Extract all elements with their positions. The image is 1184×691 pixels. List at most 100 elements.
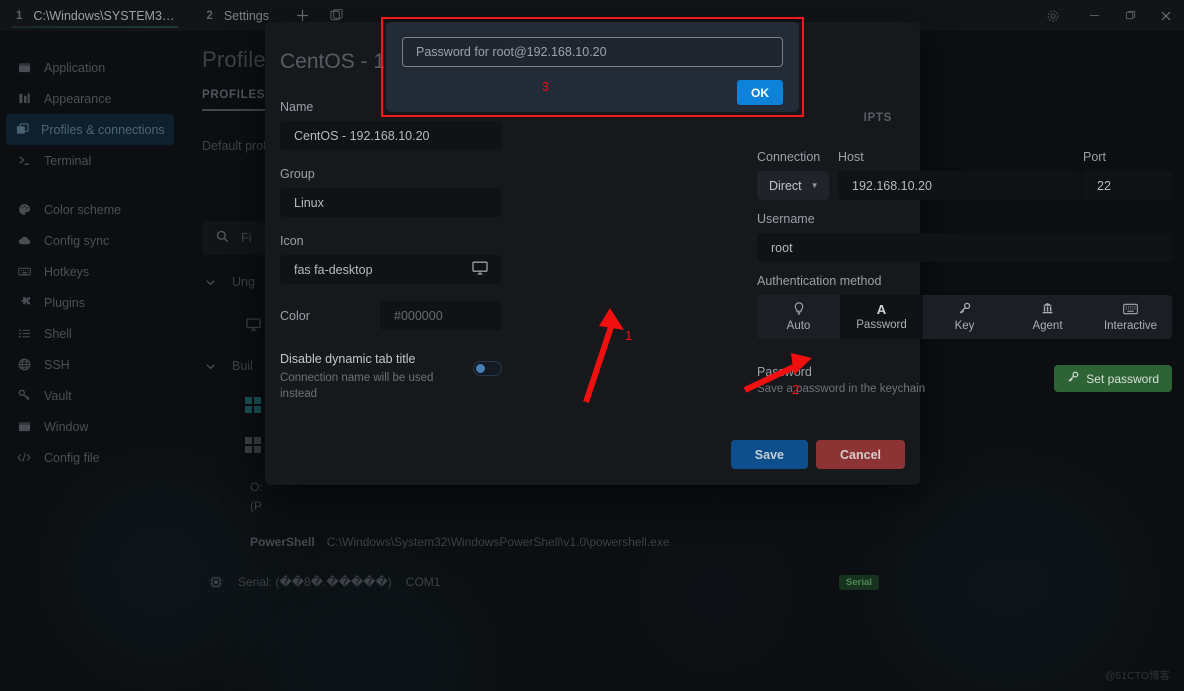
sidebar-item-label: Terminal xyxy=(44,153,92,168)
password-prompt-dialog: Password for root@192.168.10.20 3 OK xyxy=(386,22,799,112)
sidebar-item-label: Appearance xyxy=(44,91,112,106)
field-label: Authentication method xyxy=(757,274,882,288)
auth-option-auto[interactable]: Auto xyxy=(757,295,840,339)
app-root: 1 C:\Windows\SYSTEM3… 2 Settings Applica… xyxy=(0,0,1184,691)
disable-tab-title-toggle[interactable] xyxy=(473,361,502,376)
tab-scripts[interactable]: IPTS xyxy=(864,112,892,124)
keyboard-icon xyxy=(16,265,32,278)
field-disable-dynamic-tab-title: Disable dynamic tab title Connection nam… xyxy=(280,352,502,402)
username-input[interactable]: root xyxy=(757,233,1172,262)
sidebar-item-label: Application xyxy=(44,60,106,75)
tab-label: Settings xyxy=(223,8,269,23)
auth-option-label: Auto xyxy=(786,320,811,332)
key-icon xyxy=(16,389,32,402)
letter-a-icon: A xyxy=(876,301,887,317)
split-pane-icon xyxy=(329,9,343,21)
sidebar-item-label: Vault xyxy=(44,388,72,403)
cancel-button[interactable]: Cancel xyxy=(816,440,905,469)
field-group: Group Linux xyxy=(280,167,502,217)
serial-port: COM1 xyxy=(405,575,441,589)
sidebar-item-ssh[interactable]: SSH xyxy=(6,349,174,380)
windows-logo-icon xyxy=(245,397,261,413)
auth-option-key[interactable]: Key xyxy=(923,295,1006,339)
name-input[interactable]: CentOS - 192.168.10.20 xyxy=(280,121,502,150)
list-item[interactable] xyxy=(245,437,261,453)
maximize-button[interactable] xyxy=(1112,0,1148,31)
set-password-label: Set password xyxy=(1086,371,1159,386)
sidebar-item-profiles-and-connections[interactable]: Profiles & connections xyxy=(6,114,174,145)
chevron-down-icon xyxy=(202,358,218,374)
auth-option-agent[interactable]: Agent xyxy=(1006,295,1089,339)
status-badge: Serial xyxy=(839,575,879,590)
auth-method-group: Auto A Password Key Agent Interactive xyxy=(757,295,1172,339)
field-label: Icon xyxy=(280,234,304,248)
globe-icon xyxy=(16,358,32,371)
sidebar-item-plugins[interactable]: Plugins xyxy=(6,287,174,318)
sidebar-item-application[interactable]: Application xyxy=(6,52,174,83)
auth-option-interactive[interactable]: Interactive xyxy=(1089,295,1172,339)
desktop-icon xyxy=(472,260,488,279)
password-prompt-ok-button[interactable]: OK xyxy=(737,80,783,105)
icon-input-value: fas fa-desktop xyxy=(294,262,373,277)
port-input[interactable]: 22 xyxy=(1083,171,1172,200)
password-prompt-input[interactable]: Password for root@192.168.10.20 xyxy=(402,37,783,67)
field-host: Host 192.168.10.20 xyxy=(838,150,1081,200)
annotation-number-3: 3 xyxy=(542,80,549,94)
tab-index: 1 xyxy=(16,9,23,22)
password-text: Password Save a password in the keychain xyxy=(757,365,1054,395)
os-info-text: O: (P xyxy=(250,478,263,516)
os-line: O: xyxy=(250,480,263,494)
list-item[interactable] xyxy=(245,316,261,332)
auth-option-label: Key xyxy=(954,320,975,332)
tab-terminal-1[interactable]: 1 C:\Windows\SYSTEM3… xyxy=(0,0,190,31)
minimize-button[interactable] xyxy=(1076,0,1112,31)
color-input[interactable]: #000000 xyxy=(380,301,502,330)
sidebar-item-shell[interactable]: Shell xyxy=(6,318,174,349)
group-input[interactable]: Linux xyxy=(280,188,502,217)
field-icon: Icon fas fa-desktop xyxy=(280,234,502,284)
paint-icon xyxy=(16,92,32,105)
settings-sidebar: Application Appearance Profiles & connec… xyxy=(0,31,180,691)
sidebar-item-label: Config sync xyxy=(44,233,110,248)
sidebar-item-color-scheme[interactable]: Color scheme xyxy=(6,194,174,225)
auth-option-password[interactable]: A Password xyxy=(840,295,923,339)
sidebar-item-appearance[interactable]: Appearance xyxy=(6,83,174,114)
sidebar-item-vault[interactable]: Vault xyxy=(6,380,174,411)
close-icon xyxy=(1161,11,1171,20)
tab-index: 2 xyxy=(206,9,213,22)
settings-gear-button[interactable] xyxy=(1030,0,1076,31)
connection-select[interactable]: Direct ▼ xyxy=(757,171,829,200)
group-label: Ung xyxy=(232,275,255,289)
group-built-in[interactable]: Buil xyxy=(202,358,253,374)
toggle-hint: Connection name will be used instead xyxy=(280,372,434,400)
search-placeholder: Fi xyxy=(241,231,252,245)
sidebar-item-config-file[interactable]: Config file xyxy=(6,442,174,473)
sidebar-item-label: Window xyxy=(44,419,89,434)
tab-profiles[interactable]: PROFILES xyxy=(202,89,266,111)
powershell-list-item[interactable]: PowerShell C:\Windows\System32\WindowsPow… xyxy=(250,535,670,549)
group-ungrouped[interactable]: Ung xyxy=(202,274,255,290)
terminal-prompt-icon xyxy=(16,154,32,167)
sidebar-item-label: Shell xyxy=(44,326,72,341)
serial-list-item[interactable]: Serial: (��8�.�����) COM1 xyxy=(208,574,440,590)
host-input[interactable]: 192.168.10.20 xyxy=(838,171,1081,200)
window-icon xyxy=(16,61,32,74)
sidebar-item-config-sync[interactable]: Config sync xyxy=(6,225,174,256)
annotation-number-2: 2 xyxy=(792,382,800,397)
icon-input[interactable]: fas fa-desktop xyxy=(280,255,502,284)
list-item[interactable] xyxy=(245,397,261,413)
window-controls xyxy=(1076,0,1184,31)
field-username: Username root xyxy=(757,212,1172,262)
powershell-path: C:\Windows\System32\WindowsPowerShell\v1… xyxy=(326,535,670,549)
gear-icon xyxy=(1047,10,1059,21)
sidebar-item-terminal[interactable]: Terminal xyxy=(6,145,174,176)
save-button[interactable]: Save xyxy=(730,440,808,469)
sidebar-item-label: Plugins xyxy=(44,295,85,310)
sidebar-item-hotkeys[interactable]: Hotkeys xyxy=(6,256,174,287)
sidebar-item-window[interactable]: Window xyxy=(6,411,174,442)
agent-icon xyxy=(1041,302,1054,317)
sidebar-item-label: Hotkeys xyxy=(44,264,90,279)
close-button[interactable] xyxy=(1148,0,1184,31)
powershell-name: PowerShell xyxy=(250,535,315,549)
set-password-button[interactable]: Set password xyxy=(1054,365,1172,392)
